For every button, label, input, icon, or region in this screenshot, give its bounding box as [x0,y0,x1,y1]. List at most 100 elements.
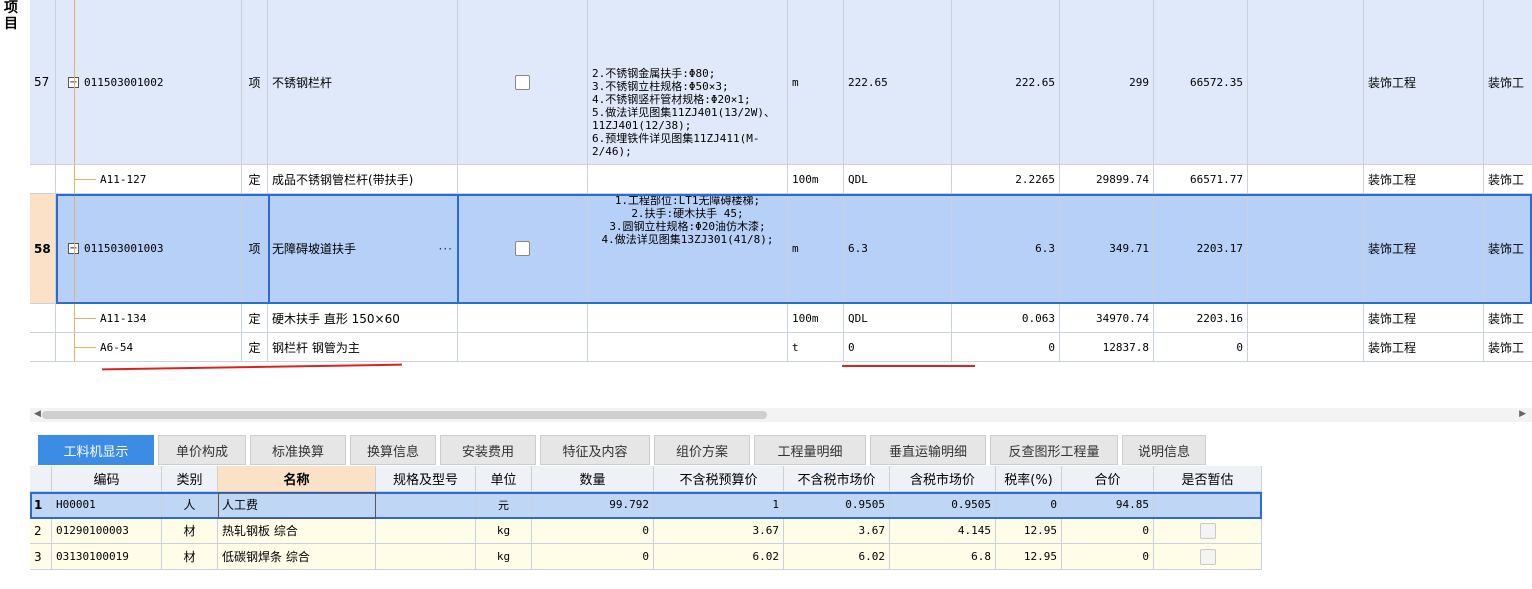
column-header[interactable]: 数量 [532,466,654,492]
rate-cell[interactable]: 12.95 [996,518,1062,544]
scroll-right-icon[interactable]: ▶ [1519,409,1526,419]
checkbox-cell[interactable] [458,333,588,362]
feature-cell[interactable]: 2.不锈钢金属扶手:Φ80; 3.不锈钢立柱规格:Φ50×3; 4.不锈钢竖杆管材规… [588,0,788,165]
tab-5[interactable]: 安装费用 [440,435,536,465]
cat-cell[interactable]: 材 [162,544,218,570]
qty-cell[interactable]: 0 [952,333,1060,362]
horizontal-scrollbar[interactable]: ◀ ▶ [30,408,1532,422]
code-cell[interactable]: A11-127 [56,165,242,194]
major-cell[interactable]: 装饰工程 [1364,333,1484,362]
rn-cell[interactable]: 2 [30,518,52,544]
price-cell[interactable]: 29899.74 [1060,165,1154,194]
total-cell[interactable]: 0 [1154,333,1248,362]
checkbox-cell[interactable] [458,304,588,333]
expr-cell[interactable]: 0 [844,333,952,362]
market-cell[interactable]: 0.9505 [784,492,890,518]
tab-11[interactable]: 说明信息 [1122,435,1206,465]
tab-4[interactable]: 换算信息 [350,435,436,465]
budget-cell[interactable]: 1 [654,492,784,518]
code-cell[interactable]: A6-54 [56,333,242,362]
column-header[interactable]: 不含税市场价 [784,466,890,492]
feature-cell[interactable] [588,165,788,194]
code-cell[interactable]: 03130100019 [52,544,162,570]
total-cell[interactable]: 94.85 [1062,492,1154,518]
name-cell[interactable]: 不锈钢栏杆 [268,0,458,165]
expr-cell[interactable]: QDL [844,304,952,333]
total-cell[interactable]: 0 [1062,544,1154,570]
unit-cell[interactable]: kg [476,518,532,544]
empty-cell[interactable] [1248,165,1364,194]
column-header[interactable]: 不含税预算价 [654,466,784,492]
checkbox[interactable] [515,241,530,256]
qty-cell[interactable]: 0 [532,518,654,544]
column-header[interactable]: 单位 [476,466,532,492]
major-cell[interactable]: 装饰工程 [1364,304,1484,333]
market-cell[interactable]: 6.02 [784,544,890,570]
column-header[interactable] [30,466,52,492]
category-cell[interactable]: 定 [242,165,268,194]
name-cell[interactable]: 热轧钢板 综合 [218,518,376,544]
budget-cell[interactable]: 6.02 [654,544,784,570]
qty-cell[interactable]: 0 [532,544,654,570]
unit-cell[interactable]: kg [476,544,532,570]
column-header[interactable]: 类别 [162,466,218,492]
empty-cell[interactable] [1248,333,1364,362]
major2-cell[interactable]: 装饰工 [1484,194,1532,304]
more-icon[interactable]: ··· [439,242,453,256]
expr-cell[interactable]: 222.65 [844,0,952,165]
unit-cell[interactable]: 100m [788,165,844,194]
total-cell[interactable]: 66572.35 [1154,0,1248,165]
total-cell[interactable]: 66571.77 [1154,165,1248,194]
empty-cell[interactable] [1248,0,1364,165]
price-cell[interactable]: 34970.74 [1060,304,1154,333]
resource-row[interactable]: 3 03130100019 材低碳钢焊条 综合 kg 0 6.02 6.02 6.8 12.95… [30,544,1262,570]
tab-8[interactable]: 工程量明细 [754,435,866,465]
checkbox[interactable] [515,74,530,90]
price-cell[interactable]: 349.71 [1060,194,1154,304]
boq-row[interactable]: A11-134 定硬木扶手 直形 150×60 100m QDL 0.063 34970.… [30,304,1532,333]
tab-7[interactable]: 组价方案 [654,435,750,465]
spec-cell[interactable] [376,518,476,544]
code-cell[interactable]: 01290100003 [52,518,162,544]
major-cell[interactable]: 装饰工程 [1364,0,1484,165]
major2-cell[interactable]: 装饰工 [1484,304,1532,333]
code-cell[interactable]: −011503001002 [56,0,242,165]
unit-cell[interactable]: 100m [788,304,844,333]
resource-grid[interactable]: 编码 类别 名称 规格及型号 单位 数量 不含税预算价 不含税市场价 含税市场价 税率(%) 合价是… [30,466,1262,589]
name-cell[interactable]: 无障碍坡道扶手 ··· [268,194,458,304]
major-cell[interactable]: 装饰工程 [1364,194,1484,304]
spec-cell[interactable] [376,544,476,570]
estimate-checkbox[interactable] [1199,522,1216,539]
expr-cell[interactable]: 6.3 [844,194,952,304]
spec-cell[interactable] [376,492,476,518]
column-header[interactable]: 名称 [218,466,376,492]
column-header[interactable]: 编码 [52,466,162,492]
boq-row[interactable]: A11-127 定成品不锈钢管栏杆(带扶手) 100m QDL 2.2265 29899.… [30,165,1532,194]
major-cell[interactable]: 装饰工程 [1364,165,1484,194]
empty-cell[interactable] [1248,194,1364,304]
boq-row[interactable]: 57−011503001002项不锈钢栏杆 2.不锈钢金属扶手:Φ80;3.不锈钢… [30,0,1532,165]
market_tax-cell[interactable]: 4.145 [890,518,996,544]
est-cell[interactable] [1154,492,1262,518]
checkbox-cell[interactable] [458,0,588,165]
name-cell[interactable]: 钢栏杆 钢管为主 [268,333,458,362]
resource-row[interactable]: 2 01290100003 材热轧钢板 综合 kg 0 3.67 3.67 4.145 12.9… [30,518,1262,544]
feature-cell[interactable]: 1.工程部位:LT1无障碍楼梯; 2.扶手:硬木扶手 45; 3.圆钢立柱规格:Φ2… [588,194,788,304]
market_tax-cell[interactable]: 6.8 [890,544,996,570]
unit-cell[interactable]: t [788,333,844,362]
column-header[interactable]: 规格及型号 [376,466,476,492]
estimate-checkbox[interactable] [1199,548,1216,565]
cat-cell[interactable]: 材 [162,518,218,544]
tab-6[interactable]: 特征及内容 [540,435,650,465]
qty-cell[interactable]: 6.3 [952,194,1060,304]
name-cell[interactable]: 硬木扶手 直形 150×60 [268,304,458,333]
unit-cell[interactable]: m [788,194,844,304]
feature-cell[interactable] [588,304,788,333]
rate-cell[interactable]: 0 [996,492,1062,518]
scrollbar-thumb[interactable] [42,411,767,419]
name-cell[interactable]: 低碳钢焊条 综合 [218,544,376,570]
checkbox-cell[interactable] [458,194,588,304]
column-header[interactable]: 含税市场价 [890,466,996,492]
major2-cell[interactable]: 装饰工 [1484,333,1532,362]
est-cell[interactable] [1154,518,1262,544]
